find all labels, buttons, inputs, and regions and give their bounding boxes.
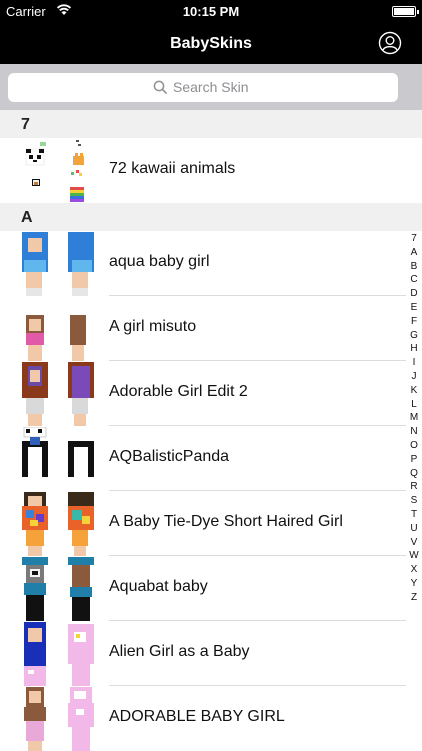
index-letter[interactable]: A: [408, 246, 420, 260]
index-letter[interactable]: B: [408, 260, 420, 274]
index-letter[interactable]: F: [408, 315, 420, 329]
index-letter[interactable]: Q: [408, 467, 420, 481]
index-letter[interactable]: S: [408, 494, 420, 508]
skin-thumbnail: [22, 492, 94, 556]
section-header-a: A: [0, 203, 422, 231]
index-letter[interactable]: G: [408, 329, 420, 343]
skin-thumbnail: [22, 232, 94, 296]
battery-icon: [392, 6, 419, 17]
skin-name: aqua baby girl: [109, 253, 210, 270]
skin-list: 7 72 kawaii animals A aqua baby girl A g…: [0, 110, 422, 751]
index-letter[interactable]: R: [408, 480, 420, 494]
clock: 10:15 PM: [182, 4, 240, 19]
index-letter[interactable]: J: [408, 370, 420, 384]
list-item[interactable]: ADORABLE BABY GIRL: [0, 686, 422, 751]
index-letter[interactable]: E: [408, 301, 420, 315]
index-letter[interactable]: U: [408, 522, 420, 536]
skin-thumbnail: [22, 362, 94, 426]
skin-thumbnail: [25, 140, 84, 202]
index-letter[interactable]: O: [408, 439, 420, 453]
search-icon: [153, 80, 168, 95]
section-index[interactable]: 7 A B C D E F G H I J K L M N O P Q R S …: [408, 232, 420, 605]
list-item[interactable]: A Baby Tie-Dye Short Haired Girl: [0, 491, 422, 556]
index-letter[interactable]: N: [408, 425, 420, 439]
list-item[interactable]: aqua baby girl: [0, 231, 422, 296]
list-item[interactable]: AQBalisticPanda: [0, 426, 422, 491]
list-item[interactable]: Adorable Girl Edit 2: [0, 361, 422, 426]
index-letter[interactable]: L: [408, 398, 420, 412]
skin-name: Alien Girl as a Baby: [109, 643, 250, 660]
index-letter[interactable]: 7: [408, 232, 420, 246]
index-letter[interactable]: M: [408, 411, 420, 425]
skin-name: A Baby Tie-Dye Short Haired Girl: [109, 513, 343, 530]
skin-thumbnail: [26, 315, 86, 361]
index-letter[interactable]: K: [408, 384, 420, 398]
list-item[interactable]: Aquabat baby: [0, 556, 422, 621]
index-letter[interactable]: I: [408, 356, 420, 370]
index-letter[interactable]: T: [408, 508, 420, 522]
skin-name: Adorable Girl Edit 2: [109, 383, 248, 400]
page-title: BabySkins: [170, 35, 252, 52]
skin-thumbnail: [24, 687, 94, 751]
index-letter[interactable]: H: [408, 342, 420, 356]
index-letter[interactable]: P: [408, 453, 420, 467]
index-letter[interactable]: X: [408, 563, 420, 577]
skin-name: 72 kawaii animals: [109, 160, 236, 177]
skin-thumbnail: [22, 557, 94, 621]
list-item[interactable]: A girl misuto: [0, 296, 422, 361]
index-letter[interactable]: W: [408, 549, 420, 563]
profile-icon[interactable]: [378, 31, 402, 55]
search-bar: [0, 64, 422, 110]
index-letter[interactable]: D: [408, 287, 420, 301]
list-item[interactable]: Alien Girl as a Baby: [0, 621, 422, 686]
skin-thumbnail: [22, 427, 94, 477]
skin-name: Aquabat baby: [109, 578, 208, 595]
skin-name: ADORABLE BABY GIRL: [109, 708, 285, 725]
status-bar: Carrier 10:15 PM: [0, 0, 422, 24]
index-letter[interactable]: Z: [408, 591, 420, 605]
index-letter[interactable]: V: [408, 536, 420, 550]
section-header-7: 7: [0, 110, 422, 138]
skin-name: AQBalisticPanda: [109, 448, 230, 465]
index-letter[interactable]: Y: [408, 577, 420, 591]
index-letter[interactable]: C: [408, 273, 420, 287]
search-input[interactable]: [173, 78, 373, 96]
list-item[interactable]: 72 kawaii animals: [0, 138, 422, 203]
search-field[interactable]: [8, 73, 398, 102]
navigation-bar: BabySkins: [0, 24, 422, 64]
skin-name: A girl misuto: [109, 318, 197, 335]
skin-thumbnail: [24, 622, 94, 686]
